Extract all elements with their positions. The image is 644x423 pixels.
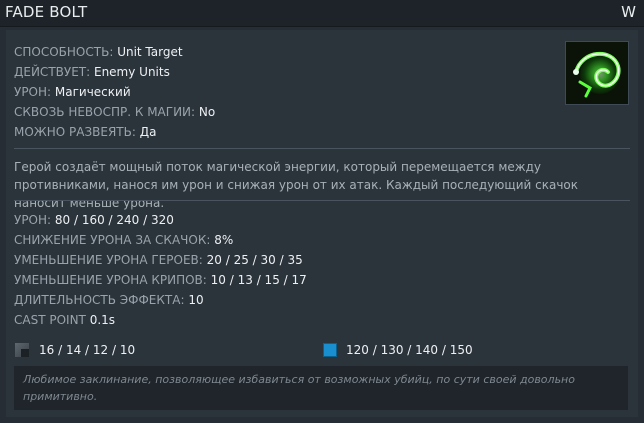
ability-hotkey: W: [621, 3, 636, 21]
mana-icon: [323, 343, 337, 357]
tooltip-body: СПОСОБНОСТЬ: Unit Target ДЕЙСТВУЕТ: Enem…: [6, 30, 638, 417]
attribute-row: СПОСОБНОСТЬ: Unit Target: [14, 45, 183, 59]
ability-title: FADE BOLT: [5, 3, 88, 21]
lore-text: Любимое заклинание, позволяющее избавить…: [14, 366, 628, 410]
stat-row: CAST POINT 0.1s: [14, 313, 116, 327]
attribute-row: УРОН: Магический: [14, 85, 131, 99]
ability-costs: 16 / 14 / 12 / 10 120 / 130 / 140 / 150: [14, 340, 634, 360]
ability-attributes: СПОСОБНОСТЬ: Unit Target ДЕЙСТВУЕТ: Enem…: [14, 42, 215, 142]
cooldown-value: 16 / 14 / 12 / 10: [39, 343, 136, 357]
ability-stats: УРОН: 80 / 160 / 240 / 320 СНИЖЕНИЕ УРОН…: [14, 210, 307, 330]
stat-row: УМЕНЬШЕНИЕ УРОНА КРИПОВ: 10 / 13 / 15 / …: [14, 273, 307, 287]
stat-row: ДЛИТЕЛЬНОСТЬ ЭФФЕКТА: 10: [14, 293, 204, 307]
ability-description: Герой создаёт мощный поток магической эн…: [14, 160, 579, 210]
attribute-row: МОЖНО РАЗВЕЯТЬ: Да: [14, 125, 157, 139]
attribute-row: ДЕЙСТВУЕТ: Enemy Units: [14, 65, 170, 79]
fade-bolt-icon: [565, 41, 629, 105]
divider: [14, 200, 630, 201]
cooldown-icon: [15, 343, 29, 357]
tooltip-header: FADE BOLT W: [0, 0, 644, 27]
mana-cost-value: 120 / 130 / 140 / 150: [346, 343, 473, 357]
stat-row: СНИЖЕНИЕ УРОНА ЗА СКАЧОК: 8%: [14, 233, 234, 247]
stat-row: УРОН: 80 / 160 / 240 / 320: [14, 213, 174, 227]
attribute-row: СКВОЗЬ НЕВОСПР. К МАГИИ: No: [14, 105, 216, 119]
stat-row: УМЕНЬШЕНИЕ УРОНА ГЕРОЕВ: 20 / 25 / 30 / …: [14, 253, 303, 267]
divider: [14, 148, 630, 149]
